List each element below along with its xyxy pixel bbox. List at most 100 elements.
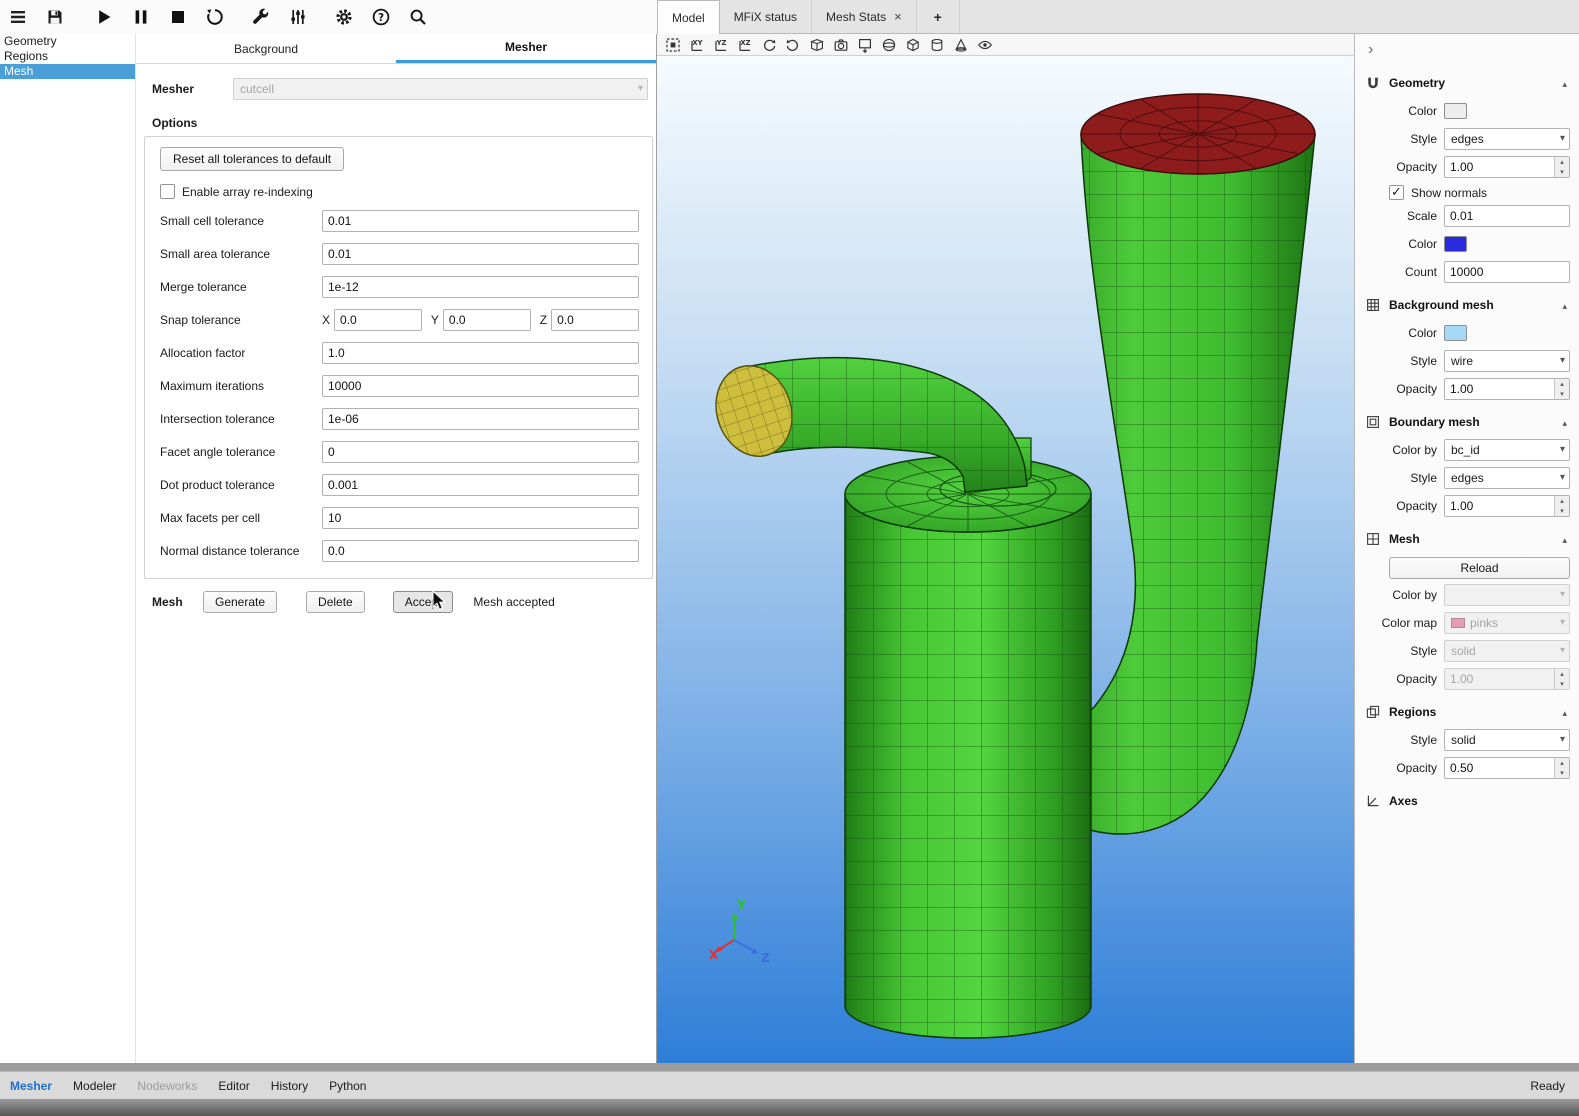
spin-down-icon[interactable] xyxy=(1555,768,1569,778)
reload-mesh-button[interactable]: Reload xyxy=(1389,557,1570,579)
regions-opacity-spinbox[interactable] xyxy=(1444,757,1570,779)
spin-down-icon[interactable] xyxy=(1555,389,1569,399)
section-regions[interactable]: Regions xyxy=(1365,700,1570,724)
small-area-tolerance-input[interactable] xyxy=(322,243,639,265)
array-reindex-checkbox[interactable] xyxy=(160,184,175,199)
help-button[interactable]: ? xyxy=(368,4,394,30)
parameters-button[interactable] xyxy=(285,4,311,30)
regions-style-combobox[interactable]: solid xyxy=(1444,729,1570,751)
fit-view-icon[interactable] xyxy=(664,36,681,53)
tab-mesher[interactable]: Mesher xyxy=(396,34,656,63)
mesh-style-combobox[interactable]: solid xyxy=(1444,640,1570,662)
stop-button[interactable] xyxy=(165,4,191,30)
tab-background[interactable]: Background xyxy=(136,34,396,63)
save-button[interactable] xyxy=(42,4,68,30)
section-boundary-mesh[interactable]: Boundary mesh xyxy=(1365,410,1570,434)
view-xy-icon[interactable]: XY xyxy=(688,36,705,53)
run-button[interactable] xyxy=(91,4,117,30)
generate-mesh-button[interactable]: Generate xyxy=(203,591,277,613)
mode-editor[interactable]: Editor xyxy=(218,1079,249,1093)
sphere-icon[interactable] xyxy=(880,36,897,53)
snap-y-input[interactable] xyxy=(443,309,531,331)
max-facets-per-cell-input[interactable] xyxy=(322,507,639,529)
close-tab-icon[interactable]: × xyxy=(894,9,902,24)
view-yz-icon[interactable]: YZ xyxy=(712,36,729,53)
tab-mfix-status[interactable]: MFiX status xyxy=(720,0,812,33)
mode-modeler[interactable]: Modeler xyxy=(73,1079,116,1093)
collapse-panel-icon[interactable] xyxy=(1365,41,1373,59)
spin-down-icon[interactable] xyxy=(1555,167,1569,177)
boundary-mesh-color-by-combobox[interactable]: bc_id xyxy=(1444,439,1570,461)
view-xz-icon[interactable]: XZ xyxy=(736,36,753,53)
visibility-icon[interactable] xyxy=(976,36,993,53)
normals-scale-input[interactable] xyxy=(1444,205,1570,227)
show-normals-checkbox[interactable] xyxy=(1389,185,1404,200)
perspective-icon[interactable] xyxy=(808,36,825,53)
collapse-section-icon[interactable] xyxy=(1562,415,1570,429)
normal-distance-tolerance-input[interactable] xyxy=(322,540,639,562)
spin-down-icon[interactable] xyxy=(1555,506,1569,516)
mesh-color-map-combobox[interactable]: pinks xyxy=(1444,612,1570,634)
cylinder-icon[interactable] xyxy=(928,36,945,53)
tree-item-mesh[interactable]: Mesh xyxy=(0,64,135,79)
background-mesh-opacity-spinbox[interactable] xyxy=(1444,378,1570,400)
cone-icon[interactable] xyxy=(952,36,969,53)
box-icon[interactable] xyxy=(904,36,921,53)
maximum-iterations-input[interactable] xyxy=(322,375,639,397)
geometry-opacity-spinbox[interactable] xyxy=(1444,156,1570,178)
background-mesh-color-swatch[interactable] xyxy=(1444,325,1467,341)
tree-item-regions[interactable]: Regions xyxy=(0,49,135,64)
reset-button[interactable] xyxy=(202,4,228,30)
section-background-mesh[interactable]: Background mesh xyxy=(1365,293,1570,317)
collapse-section-icon[interactable] xyxy=(1562,76,1570,90)
tab-model[interactable]: Model xyxy=(657,0,720,34)
mesh-color-by-combobox[interactable] xyxy=(1444,584,1570,606)
collapse-section-icon[interactable] xyxy=(1562,298,1570,312)
spin-up-icon[interactable] xyxy=(1555,157,1569,167)
camera-icon[interactable] xyxy=(832,36,849,53)
mode-history[interactable]: History xyxy=(271,1079,308,1093)
build-button[interactable] xyxy=(248,4,274,30)
normals-count-input[interactable] xyxy=(1444,261,1570,283)
screenshot-icon[interactable] xyxy=(856,36,873,53)
mesh-opacity-spinbox[interactable] xyxy=(1444,668,1570,690)
menu-button[interactable] xyxy=(5,4,31,30)
rotate-right-icon[interactable] xyxy=(784,36,801,53)
delete-mesh-button[interactable]: Delete xyxy=(306,591,365,613)
mesher-combobox[interactable]: cutcell xyxy=(233,78,648,100)
geometry-color-swatch[interactable] xyxy=(1444,103,1467,119)
spin-up-icon[interactable] xyxy=(1555,379,1569,389)
collapse-section-icon[interactable] xyxy=(1562,705,1570,719)
section-geometry[interactable]: Geometry xyxy=(1365,71,1570,95)
3d-viewport[interactable]: X Y Z xyxy=(657,56,1354,1063)
tab-mesh-stats[interactable]: Mesh Stats× xyxy=(812,0,917,33)
rotate-left-icon[interactable] xyxy=(760,36,777,53)
spin-up-icon[interactable] xyxy=(1555,496,1569,506)
small-cell-tolerance-input[interactable] xyxy=(322,210,639,232)
facet-angle-tolerance-input[interactable] xyxy=(322,441,639,463)
mode-python[interactable]: Python xyxy=(329,1079,366,1093)
tree-item-geometry[interactable]: Geometry xyxy=(0,34,135,49)
boundary-mesh-opacity-spinbox[interactable] xyxy=(1444,495,1570,517)
search-button[interactable] xyxy=(405,4,431,30)
new-tab-button[interactable]: + xyxy=(917,0,960,33)
normals-color-swatch[interactable] xyxy=(1444,236,1467,252)
pause-button[interactable] xyxy=(128,4,154,30)
section-mesh[interactable]: Mesh xyxy=(1365,527,1570,551)
intersection-tolerance-input[interactable] xyxy=(322,408,639,430)
spin-up-icon[interactable] xyxy=(1555,669,1569,679)
snap-x-input[interactable] xyxy=(334,309,422,331)
snap-z-input[interactable] xyxy=(551,309,639,331)
reset-tolerances-button[interactable]: Reset all tolerances to default xyxy=(160,147,344,171)
section-axes[interactable]: Axes xyxy=(1365,789,1570,813)
spin-down-icon[interactable] xyxy=(1555,679,1569,689)
boundary-mesh-style-combobox[interactable]: edges xyxy=(1444,467,1570,489)
dot-product-tolerance-input[interactable] xyxy=(322,474,639,496)
collapse-section-icon[interactable] xyxy=(1562,532,1570,546)
mode-mesher[interactable]: Mesher xyxy=(10,1079,52,1093)
spin-up-icon[interactable] xyxy=(1555,758,1569,768)
background-mesh-style-combobox[interactable]: wire xyxy=(1444,350,1570,372)
settings-button[interactable] xyxy=(331,4,357,30)
merge-tolerance-input[interactable] xyxy=(322,276,639,298)
allocation-factor-input[interactable] xyxy=(322,342,639,364)
